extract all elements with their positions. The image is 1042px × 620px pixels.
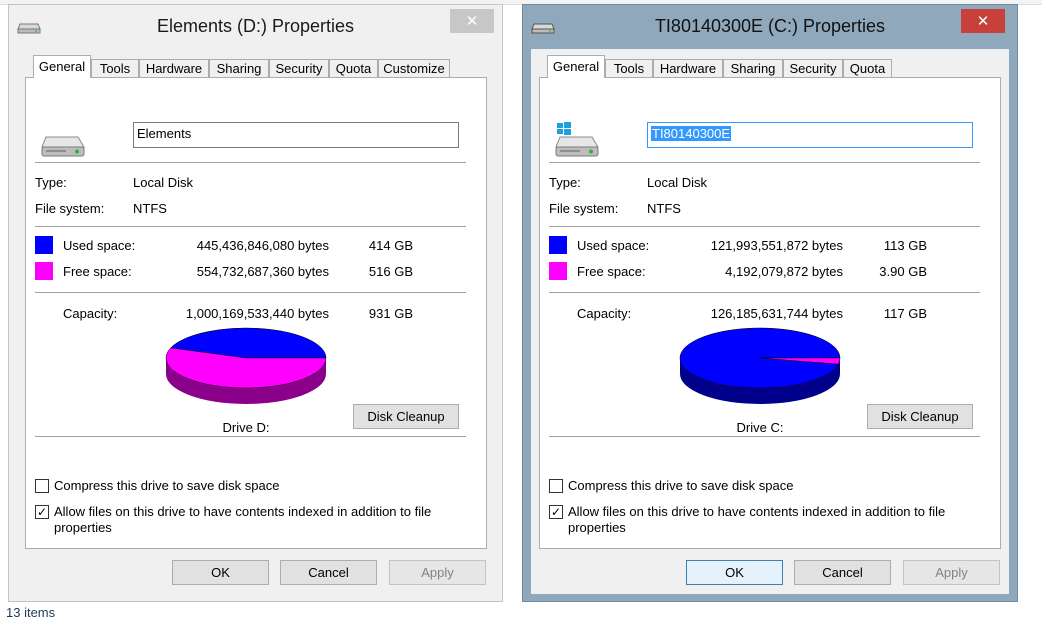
free-space-swatch [549, 262, 567, 280]
used-space-size: 414 GB [368, 238, 413, 253]
close-button[interactable]: ✕ [961, 9, 1005, 33]
tab-security[interactable]: Security [269, 59, 329, 77]
compress-label: Compress this drive to save disk space [568, 478, 794, 493]
file-system-value: NTFS [647, 201, 681, 216]
ok-button[interactable]: OK [172, 560, 269, 585]
drive-label: Drive D: [222, 420, 270, 435]
tab-customize[interactable]: Customize [378, 59, 450, 77]
free-space-label: Free space: [577, 264, 646, 279]
free-space-swatch [35, 262, 53, 280]
divider [549, 292, 980, 293]
cancel-button[interactable]: Cancel [794, 560, 891, 585]
used-space-size: 113 GB [883, 238, 927, 253]
file-system-label: File system: [549, 201, 619, 216]
file-system-label: File system: [35, 201, 105, 216]
capacity-label: Capacity: [577, 306, 632, 321]
close-button[interactable]: ✕ [450, 9, 494, 33]
tab-sharing[interactable]: Sharing [209, 59, 269, 77]
compress-label: Compress this drive to save disk space [54, 478, 280, 493]
disk-cleanup-button[interactable]: Disk Cleanup [867, 404, 973, 429]
apply-button[interactable]: Apply [903, 560, 1000, 585]
free-space-label: Free space: [63, 264, 132, 279]
used-space-bytes: 121,993,551,872 bytes [710, 238, 843, 253]
tab-quota[interactable]: Quota [843, 59, 892, 77]
dialog-title: Elements (D:) Properties [156, 16, 355, 36]
windows-drive-icon [555, 122, 599, 157]
drive-name-value: Elements [137, 126, 192, 141]
tab-sharing[interactable]: Sharing [723, 59, 783, 77]
tab-general[interactable]: General [547, 55, 605, 78]
compress-checkbox[interactable] [35, 479, 49, 493]
capacity-bytes: 1,000,169,533,440 bytes [185, 306, 329, 321]
drive-name-input[interactable]: Elements [133, 122, 459, 148]
divider [549, 436, 980, 437]
status-bar-item-count: 13 items [6, 605, 56, 620]
disk-usage-pie-chart [165, 327, 327, 404]
properties-dialog-d: Elements (D:) Properties ✕ General Tools… [8, 4, 503, 602]
type-label: Type: [35, 175, 67, 190]
tab-hardware[interactable]: Hardware [653, 59, 723, 77]
close-icon: ✕ [976, 13, 990, 30]
tab-tools[interactable]: Tools [605, 59, 653, 77]
apply-button[interactable]: Apply [389, 560, 486, 585]
tab-quota[interactable]: Quota [329, 59, 378, 77]
capacity-size: 117 GB [883, 306, 927, 321]
free-space-bytes: 4,192,079,872 bytes [725, 264, 843, 279]
type-label: Type: [549, 175, 581, 190]
divider [35, 226, 466, 227]
ok-button[interactable]: OK [686, 560, 783, 585]
used-space-label: Used space: [577, 238, 650, 253]
tab-general[interactable]: General [33, 55, 91, 78]
tab-security[interactable]: Security [783, 59, 843, 77]
used-space-bytes: 445,436,846,080 bytes [196, 238, 329, 253]
general-tab-panel: Elements Type: Local Disk File system: N… [25, 77, 487, 549]
index-checkbox[interactable]: ✓ [549, 505, 563, 519]
used-space-swatch [549, 236, 567, 254]
index-checkbox[interactable]: ✓ [35, 505, 49, 519]
divider [35, 436, 466, 437]
close-icon: ✕ [465, 13, 479, 30]
dialog-client: General Tools Hardware Sharing Security … [531, 49, 1009, 594]
index-label-continuation: properties [54, 520, 112, 535]
type-value: Local Disk [647, 175, 707, 190]
title-bar[interactable]: TI80140300E (C:) Properties ✕ [523, 5, 1017, 49]
drive-name-input[interactable]: TI80140300E [647, 122, 973, 148]
file-system-value: NTFS [133, 201, 167, 216]
disk-cleanup-button[interactable]: Disk Cleanup [353, 404, 459, 429]
type-value: Local Disk [133, 175, 193, 190]
index-label: Allow files on this drive to have conten… [54, 504, 432, 519]
capacity-size: 931 GB [368, 306, 413, 321]
title-bar[interactable]: Elements (D:) Properties ✕ [9, 5, 502, 49]
disk-usage-pie-chart [679, 327, 841, 404]
drive-label: Drive C: [736, 420, 784, 435]
capacity-bytes: 126,185,631,744 bytes [710, 306, 843, 321]
dialog-client: General Tools Hardware Sharing Security … [17, 49, 494, 594]
tab-hardware[interactable]: Hardware [139, 59, 209, 77]
free-space-size: 3.90 GB [879, 264, 927, 279]
capacity-label: Capacity: [63, 306, 118, 321]
index-label-continuation: properties [568, 520, 626, 535]
divider [35, 162, 466, 163]
cancel-button[interactable]: Cancel [280, 560, 377, 585]
used-space-label: Used space: [63, 238, 136, 253]
free-space-size: 516 GB [368, 264, 413, 279]
divider [35, 292, 466, 293]
index-label: Allow files on this drive to have conten… [568, 504, 946, 519]
used-space-swatch [35, 236, 53, 254]
dialog-title: TI80140300E (C:) Properties [654, 16, 886, 36]
divider [549, 226, 980, 227]
general-tab-panel: TI80140300E Type: Local Disk File system… [539, 77, 1001, 549]
hard-drive-icon [41, 136, 85, 157]
tab-tools[interactable]: Tools [91, 59, 139, 77]
divider [549, 162, 980, 163]
free-space-bytes: 554,732,687,360 bytes [196, 264, 329, 279]
properties-dialog-c: TI80140300E (C:) Properties ✕ General To… [522, 4, 1018, 602]
drive-name-value: TI80140300E [651, 126, 732, 141]
compress-checkbox[interactable] [549, 479, 563, 493]
